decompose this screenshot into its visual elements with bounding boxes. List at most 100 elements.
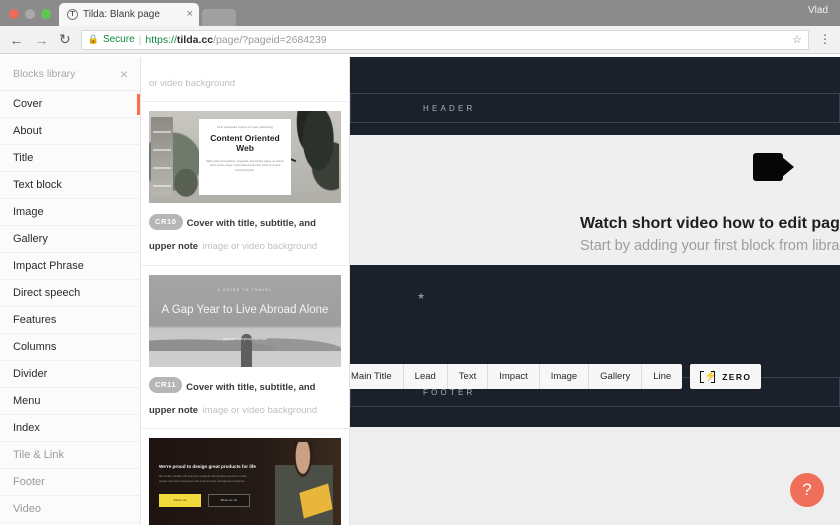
- omnibox-separator: |: [138, 33, 142, 46]
- sidebar-item-gallery[interactable]: Gallery: [0, 226, 140, 253]
- thumb-secondary-button: What we do: [208, 493, 250, 507]
- sidebar-item-image[interactable]: Image: [0, 199, 140, 226]
- sidebar-item-label: Index: [13, 422, 40, 434]
- sidebar-item-text-block[interactable]: Text block: [0, 172, 140, 199]
- sidebar-item-cover[interactable]: Cover: [0, 91, 140, 118]
- sidebar-item-direct-speech[interactable]: Direct speech: [0, 280, 140, 307]
- star-icon: ★: [417, 291, 426, 301]
- block-card-cr10[interactable]: First dedicated system for web publishin…: [141, 102, 349, 266]
- poster-body: Make great presentations, longreads, and…: [206, 159, 284, 172]
- blocks-library-sidebar: Blocks library × Cover About Title Text …: [0, 57, 141, 525]
- sidebar-item-label: Direct speech: [13, 287, 81, 299]
- block-toolbar-group: Main Title Lead Text Impact Image Galler…: [350, 364, 683, 389]
- sidebar-item-tile-link[interactable]: Tile & Link: [0, 442, 140, 469]
- tab-strip: T Tilda: Blank page × Vlad: [0, 0, 840, 26]
- header-block[interactable]: HEADER: [350, 57, 840, 135]
- bookmark-star-icon[interactable]: ☆: [792, 33, 802, 46]
- close-icon[interactable]: ×: [108, 67, 140, 81]
- empty-page-hint-block: Watch short video how to edit page Start…: [350, 135, 840, 265]
- address-bar[interactable]: 🔒 Secure | https://tilda.cc/page/?pageid…: [80, 29, 809, 50]
- sidebar-item-menu[interactable]: Menu: [0, 388, 140, 415]
- sidebar-item-divider[interactable]: Divider: [0, 361, 140, 388]
- sidebar-item-label: Tile & Link: [13, 449, 64, 461]
- card-thumbnail[interactable]: First dedicated system for web publishin…: [149, 111, 341, 204]
- toolbar-button-image[interactable]: Image: [540, 364, 590, 389]
- browser-toolbar: ← → ↻ 🔒 Secure | https://tilda.cc/page/?…: [0, 26, 840, 54]
- card-code-badge: CR11: [149, 377, 183, 394]
- tilda-logo-icon: T: [67, 9, 78, 20]
- sidebar-item-label: Cover: [13, 98, 43, 110]
- header-block-label: HEADER: [423, 103, 476, 113]
- partial-thumb: [149, 57, 341, 63]
- thumb-upper-note: A GUIDE TO TRAVEL: [217, 287, 273, 292]
- sidebar-item-footer[interactable]: Footer: [0, 469, 140, 496]
- card-caption-sub: or video background: [149, 78, 236, 89]
- toolbar-button-text[interactable]: Text: [448, 364, 489, 389]
- poster-title: Content Oriented Web: [210, 133, 280, 153]
- sidebar-item-title[interactable]: Title: [0, 145, 140, 172]
- maximize-window-button[interactable]: [41, 9, 51, 19]
- zero-block-button[interactable]: ⚡ ZERO: [690, 364, 762, 389]
- back-icon[interactable]: ←: [9, 33, 24, 47]
- poster-preview: First dedicated system for web publishin…: [199, 119, 291, 196]
- block-cards-column[interactable]: or video background First dedicated syst…: [141, 57, 350, 525]
- close-window-button[interactable]: [9, 9, 19, 19]
- sidebar-item-label: Gallery: [13, 233, 48, 245]
- thumb-primary-button: About us: [159, 493, 201, 507]
- toolbar-button-gallery[interactable]: Gallery: [589, 364, 643, 389]
- sidebar-item-label: Features: [13, 314, 57, 326]
- forward-icon[interactable]: →: [34, 33, 49, 47]
- video-camera-icon: [753, 153, 794, 181]
- url-scheme: https://: [145, 33, 177, 46]
- toolbar-button-main-title[interactable]: Main Title: [350, 364, 404, 389]
- sidebar-item-label: Columns: [13, 341, 57, 353]
- page-canvas[interactable]: HEADER Watch short video how to edit pag…: [350, 57, 840, 525]
- sidebar-item-about[interactable]: About: [0, 118, 140, 145]
- browser-tab[interactable]: T Tilda: Blank page ×: [59, 3, 199, 26]
- thumb-title: We're proud to design great products for…: [159, 463, 256, 469]
- card-caption: CR11 Cover with title, subtitle, and uppe…: [149, 374, 341, 420]
- chrome-menu-icon[interactable]: ⋮: [819, 33, 831, 45]
- tab-title: Tilda: Blank page: [83, 9, 160, 20]
- secure-label: Secure: [102, 34, 135, 45]
- card-thumbnail[interactable]: A GUIDE TO TRAVEL A Gap Year to Live Abr…: [149, 274, 341, 367]
- block-card-cr12[interactable]: We're proud to design great products for…: [141, 429, 349, 525]
- poster-upper-note: First dedicated system for web publishin…: [217, 126, 273, 130]
- thumb-note: Because everybody must see: [222, 336, 268, 341]
- blocks-library-menu: Cover About Title Text block Image Galle…: [0, 91, 140, 525]
- thumb-buttons: About us What we do: [159, 493, 250, 507]
- close-icon[interactable]: ×: [187, 9, 193, 20]
- block-card-partial[interactable]: or video background: [141, 57, 349, 103]
- sidebar-item-impact-phrase[interactable]: Impact Phrase: [0, 253, 140, 280]
- header-placeholder-bar[interactable]: HEADER: [350, 93, 840, 123]
- sidebar-item-columns[interactable]: Columns: [0, 334, 140, 361]
- profile-name[interactable]: Vlad: [808, 5, 828, 16]
- card-caption: CR10 Cover with title, subtitle, and uppe…: [149, 210, 341, 256]
- help-button[interactable]: ?: [790, 473, 824, 507]
- browser-window: T Tilda: Blank page × Vlad ← → ↻ 🔒 Secur…: [0, 0, 840, 525]
- minimize-window-button[interactable]: [25, 9, 35, 19]
- blocks-library-title: Blocks library: [13, 67, 76, 80]
- toolbar-button-lead[interactable]: Lead: [404, 364, 448, 389]
- thumb-body: We create visually rich long-term projec…: [159, 473, 247, 484]
- url-text: https://tilda.cc/page/?pageid=2684239: [145, 34, 326, 46]
- sidebar-item-label: Divider: [13, 368, 48, 380]
- card-thumbnail[interactable]: We're proud to design great products for…: [149, 437, 341, 525]
- plant-decor: [287, 111, 339, 204]
- sidebar-item-index[interactable]: Index: [0, 415, 140, 442]
- page-title: Watch short video how to edit page: [580, 215, 840, 232]
- block-toolbar[interactable]: Main Title Lead Text Impact Image Galler…: [350, 364, 762, 389]
- thumb-title: A Gap Year to Live Abroad Alone: [161, 303, 329, 316]
- sidebar-item-features[interactable]: Features: [0, 307, 140, 334]
- middle-dark-block[interactable]: ★: [350, 265, 840, 333]
- new-tab-button[interactable]: [202, 9, 236, 26]
- toolbar-button-line[interactable]: Line: [642, 364, 682, 389]
- block-card-cr11[interactable]: A GUIDE TO TRAVEL A Gap Year to Live Abr…: [141, 266, 349, 429]
- reload-icon[interactable]: ↻: [59, 31, 71, 48]
- zero-block-bolt-icon: ⚡: [700, 370, 717, 383]
- sidebar-item-label: Text block: [13, 179, 62, 191]
- sidebar-item-label: Menu: [13, 395, 41, 407]
- sidebar-item-label: Image: [13, 206, 44, 218]
- sidebar-item-video[interactable]: Video: [0, 496, 140, 523]
- toolbar-button-impact[interactable]: Impact: [488, 364, 540, 389]
